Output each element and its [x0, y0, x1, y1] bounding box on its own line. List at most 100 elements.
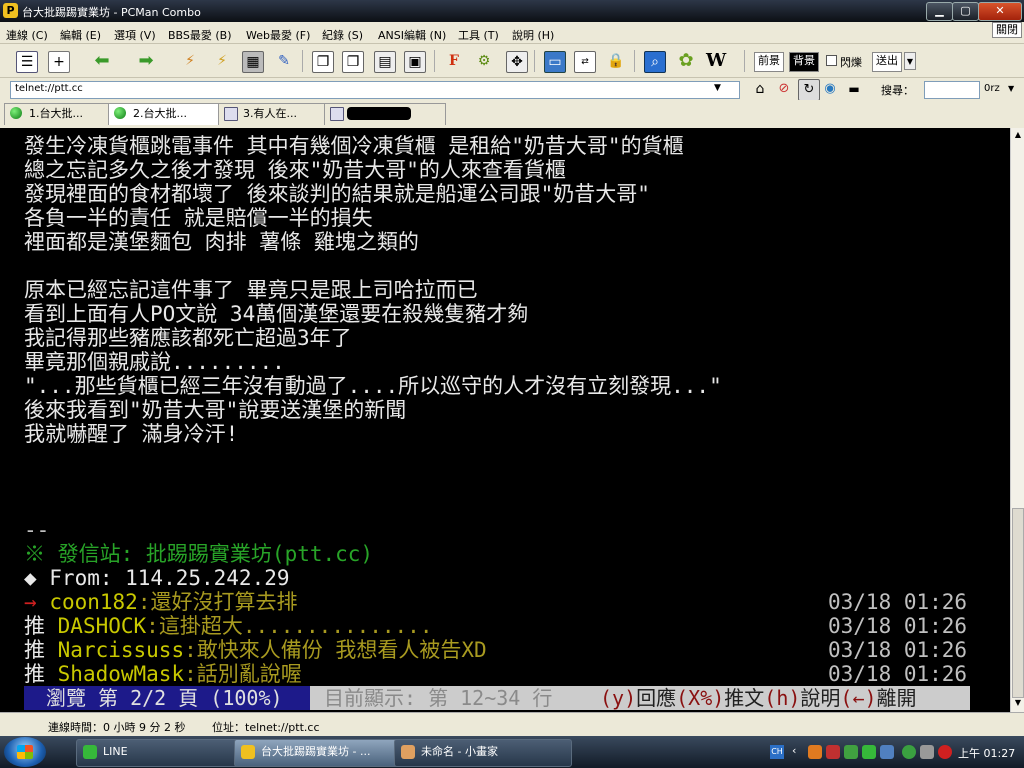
stop-icon[interactable]: ⊘ [774, 79, 794, 99]
tab-label: 1.台大批... [29, 107, 83, 120]
back-icon[interactable]: ⬅ [92, 51, 112, 71]
tab-4[interactable] [324, 103, 446, 125]
menu-connection[interactable]: 連線 (C) [6, 27, 48, 43]
background-color-button[interactable]: 背景 [789, 52, 819, 72]
system-clock[interactable]: 上午 01:27 [958, 745, 1015, 761]
flower-icon[interactable]: ✿ [676, 51, 696, 71]
pcman-app-icon [241, 745, 255, 759]
blink-checkbox[interactable] [826, 55, 837, 66]
paste-icon[interactable]: ❐ [342, 51, 364, 73]
push-tag: → [24, 590, 37, 614]
terminal-scrollbar[interactable]: ▲ ▼ [1010, 128, 1024, 712]
search-input[interactable] [924, 81, 980, 99]
tray-app-icon[interactable] [844, 745, 858, 759]
bbs-terminal[interactable]: 發生冷凍貨櫃跳電事件 其中有幾個冷凍貨櫃 是租給"奶昔大哥"的貨櫃 總之忘記多久… [0, 128, 1010, 712]
tab-1[interactable]: 1.台大批... [4, 103, 122, 125]
key-hints: (y)回應(X%)推文(h)說明(←)離開 [600, 686, 917, 710]
menu-ansi-edit[interactable]: ANSI編輯 (N) [378, 27, 446, 43]
article-line: 看到上面有人PO文說 34萬個漢堡還要在殺幾隻豬才夠 [24, 302, 529, 326]
scroll-down-arrow-icon[interactable]: ▼ [1011, 696, 1024, 710]
search-engine-select[interactable]: 0rz [984, 83, 1000, 94]
window-icon[interactable]: ▬ [844, 79, 864, 99]
key-hint-key: (X%) [676, 686, 725, 710]
push-text: :敢快來人備份 我想看人被告XD [184, 638, 487, 662]
globe-icon[interactable]: ◉ [820, 79, 840, 99]
start-button[interactable] [4, 737, 46, 767]
maximize-button[interactable]: ▢ [952, 2, 979, 21]
title-bar[interactable]: P 台大批踢踢實業坊 - PCMan Combo ▁ ▢ ✕ [0, 0, 1024, 22]
search-icon[interactable]: ⌕ [644, 51, 666, 73]
screenshot-icon[interactable]: ▣ [404, 51, 426, 73]
toolbar-separator [744, 50, 745, 72]
push-user: Narcissuss [57, 638, 185, 662]
refresh-icon[interactable]: ↻ [798, 79, 820, 101]
push-time: 03/18 01:26 [828, 590, 968, 614]
close-window-button[interactable]: ✕ [978, 2, 1022, 21]
settings-icon[interactable]: ⚙ [474, 51, 494, 71]
copy-ansi-icon[interactable]: ▤ [374, 51, 396, 73]
menu-bbs-favorites[interactable]: BBS最愛 (B) [168, 27, 232, 43]
language-indicator[interactable]: CH [770, 745, 784, 759]
menu-edit[interactable]: 編輯 (E) [60, 27, 101, 43]
toolbar-separator [634, 50, 635, 72]
forward-icon[interactable]: ➡ [136, 51, 156, 71]
save-icon[interactable]: ▦ [242, 51, 264, 73]
push-time: 03/18 01:26 [828, 614, 968, 638]
windows-taskbar: LINE 台大批踢踢實業坊 - ... 未命名 - 小畫家 CH ‹ 上午 01… [0, 736, 1024, 768]
menu-options[interactable]: 選項 (V) [114, 27, 156, 43]
disconnect-icon[interactable]: ⚡ [180, 51, 200, 71]
push-row: 推 ShadowMask:話別亂說喔 [24, 662, 302, 686]
auto-reply-icon[interactable]: ⇄ [574, 51, 596, 73]
address-dropdown-icon[interactable]: ▼ [714, 83, 721, 93]
wiki-icon[interactable]: W [706, 51, 726, 71]
send-button[interactable]: 送出 [872, 52, 902, 72]
scrollbar-thumb[interactable] [1012, 508, 1024, 698]
minimize-button[interactable]: ▁ [926, 2, 953, 21]
menu-history[interactable]: 紀錄 (S) [322, 27, 363, 43]
foreground-color-button[interactable]: 前景 [754, 52, 784, 72]
monitor-icon[interactable]: ▭ [544, 51, 566, 73]
menu-web-favorites[interactable]: Web最愛 (F) [246, 27, 310, 43]
tab-2[interactable]: 2.台大批... [108, 103, 230, 125]
tray-app-icon[interactable] [826, 745, 840, 759]
menu-help[interactable]: 說明 (H) [512, 27, 554, 43]
tray-app-icon[interactable] [902, 745, 916, 759]
line-app-icon [83, 745, 97, 759]
show-hidden-icons-chevron-icon[interactable]: ‹ [792, 744, 796, 757]
bbs-connected-icon [10, 107, 22, 119]
pcman-app-icon: P [3, 3, 18, 18]
taskbar-item-paint[interactable]: 未命名 - 小畫家 [394, 739, 572, 767]
browse-page-indicator: 瀏覽 第 2/2 頁 (100%) [24, 686, 310, 710]
tab-bar: 1.台大批... 2.台大批... 3.有人在... [0, 100, 1024, 126]
search-engine-dropdown-icon[interactable]: ▼ [1008, 84, 1014, 93]
menu-tools[interactable]: 工具 (T) [458, 27, 499, 43]
address-input[interactable]: telnet://ptt.cc [10, 81, 740, 99]
font-icon[interactable]: F [444, 51, 464, 71]
new-tab-icon[interactable]: + [48, 51, 70, 73]
close-tab-button[interactable]: 關閉 [992, 22, 1022, 38]
network-icon[interactable] [880, 745, 894, 759]
article-line: "...那些貨櫃已經三年沒有動過了....所以巡守的人才沒有立刻發現..." [24, 374, 722, 398]
push-time: 03/18 01:26 [828, 662, 968, 686]
lock-icon[interactable]: 🔒 [606, 51, 626, 71]
push-row: 推 Narcissuss:敢快來人備份 我想看人被告XD [24, 638, 487, 662]
copy-icon[interactable]: ❐ [312, 51, 334, 73]
tab-3[interactable]: 3.有人在... [218, 103, 336, 125]
reconnect-icon[interactable]: ⚡ [212, 51, 232, 71]
taskbar-item-pcman[interactable]: 台大批踢踢實業坊 - ... [234, 739, 416, 767]
volume-icon[interactable] [920, 745, 934, 759]
connect-icon[interactable]: ☰ [16, 51, 38, 73]
line-tray-icon[interactable] [862, 745, 876, 759]
tray-app-icon[interactable] [938, 745, 952, 759]
article-line: 我記得那些豬應該都死亡超過3年了 [24, 326, 352, 350]
home-icon[interactable]: ⌂ [750, 79, 770, 99]
tray-app-icon[interactable] [808, 745, 822, 759]
key-hint-key: (y) [600, 686, 637, 710]
add-favorite-icon[interactable]: ✎ [274, 51, 294, 71]
send-dropdown-arrow-icon[interactable]: ▼ [904, 52, 916, 70]
scroll-up-arrow-icon[interactable]: ▲ [1011, 128, 1024, 142]
fullscreen-icon[interactable]: ✥ [506, 51, 528, 73]
push-text: :這掛超大............... [146, 614, 433, 638]
taskbar-item-line[interactable]: LINE [76, 739, 254, 767]
article-line: 發生冷凍貨櫃跳電事件 其中有幾個冷凍貨櫃 是租給"奶昔大哥"的貨櫃 [24, 134, 684, 158]
